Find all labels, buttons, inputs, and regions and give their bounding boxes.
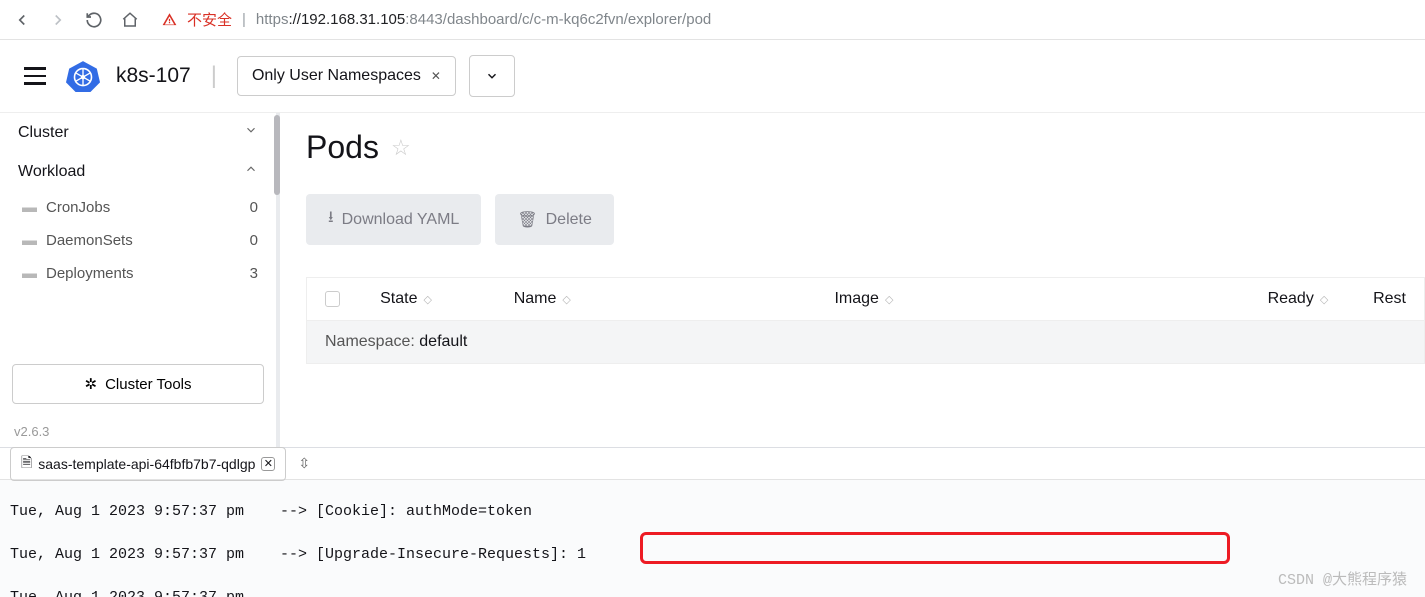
header-divider: | xyxy=(211,62,217,90)
pods-table: State◇ Name◇ Image◇ Ready◇ Rest Namespac… xyxy=(306,277,1425,364)
favorite-star-icon[interactable]: ☆ xyxy=(391,135,411,161)
namespace-filter-label: Only User Namespaces xyxy=(252,67,421,85)
column-state[interactable]: State◇ xyxy=(380,290,474,308)
folder-icon: ▬ xyxy=(22,265,38,282)
select-all-checkbox[interactable] xyxy=(325,291,340,307)
sidebar-scrollbar[interactable] xyxy=(274,115,280,195)
folder-icon: ▬ xyxy=(22,199,38,216)
table-header: State◇ Name◇ Image◇ Ready◇ Rest xyxy=(307,278,1424,320)
page-title: Pods ☆ xyxy=(306,129,1425,166)
namespace-label: Namespace: xyxy=(325,333,415,350)
version-label: v2.6.3 xyxy=(0,416,276,447)
namespace-filter[interactable]: Only User Namespaces ✕ xyxy=(237,56,456,96)
sidebar-item-daemonsets[interactable]: ▬ DaemonSets 0 xyxy=(0,224,276,257)
sort-icon: ◇ xyxy=(1320,293,1328,306)
sidebar-item-count: 3 xyxy=(250,265,258,282)
address-bar[interactable]: 不安全 | https://192.168.31.105:8443/dashbo… xyxy=(162,9,1417,30)
sidebar-group-workload[interactable]: Workload xyxy=(0,152,276,191)
log-panel: 🗎 saas-template-api-64fbfb7b7-qdlgp ✕ ⇳ … xyxy=(0,447,1425,597)
url-divider: | xyxy=(242,11,246,28)
namespace-filter-clear-icon[interactable]: ✕ xyxy=(431,69,441,83)
namespace-value: default xyxy=(419,333,467,350)
cluster-name: k8s-107 xyxy=(116,64,191,88)
watermark: CSDN @大熊程序猿 xyxy=(1278,570,1407,591)
sidebar-item-cronjobs[interactable]: ▬ CronJobs 0 xyxy=(0,191,276,224)
download-icon: ⭳ xyxy=(328,206,334,233)
forward-button[interactable] xyxy=(44,6,72,34)
main-content: Pods ☆ ⭳ Download YAML 🗑 Delete State◇ N… xyxy=(280,113,1425,447)
url-text: https://192.168.31.105:8443/dashboard/c/… xyxy=(256,11,711,28)
sidebar-item-count: 0 xyxy=(250,199,258,216)
sidebar-group-cluster[interactable]: Cluster xyxy=(0,113,276,152)
sidebar-group-label: Workload xyxy=(18,163,85,181)
column-image[interactable]: Image◇ xyxy=(834,290,1227,308)
insecure-label: 不安全 xyxy=(187,9,232,30)
file-icon: 🗎 xyxy=(21,452,32,476)
chevron-down-icon xyxy=(244,123,258,142)
expand-icon[interactable]: ⇳ xyxy=(298,455,310,472)
sidebar-item-count: 0 xyxy=(250,232,258,249)
sidebar-item-label: DaemonSets xyxy=(46,232,133,249)
log-tab[interactable]: 🗎 saas-template-api-64fbfb7b7-qdlgp ✕ xyxy=(10,447,286,481)
sort-icon: ◇ xyxy=(562,293,570,306)
download-yaml-label: Download YAML xyxy=(342,211,460,229)
sort-icon: ◇ xyxy=(885,293,893,306)
highlight-box xyxy=(640,532,1230,564)
download-yaml-button[interactable]: ⭳ Download YAML xyxy=(306,194,481,245)
column-name[interactable]: Name◇ xyxy=(514,290,795,308)
panel-tabs: 🗎 saas-template-api-64fbfb7b7-qdlgp ✕ ⇳ xyxy=(0,448,1425,480)
delete-label: Delete xyxy=(546,211,592,229)
sidebar-item-label: Deployments xyxy=(46,265,134,282)
sort-icon: ◇ xyxy=(423,293,431,306)
kubernetes-logo-icon xyxy=(66,59,100,93)
log-tab-label: saas-template-api-64fbfb7b7-qdlgp xyxy=(38,456,255,472)
folder-icon: ▬ xyxy=(22,232,38,249)
column-restarts[interactable]: Rest xyxy=(1373,290,1406,308)
app-header: k8s-107 | Only User Namespaces ✕ xyxy=(0,40,1425,113)
column-ready[interactable]: Ready◇ xyxy=(1268,290,1334,308)
browser-toolbar: 不安全 | https://192.168.31.105:8443/dashbo… xyxy=(0,0,1425,40)
home-button[interactable] xyxy=(116,6,144,34)
namespace-group-row[interactable]: Namespace: default xyxy=(307,320,1424,363)
trash-icon: 🗑 xyxy=(517,210,537,230)
namespace-dropdown-button[interactable] xyxy=(469,55,515,97)
sidebar-item-deployments[interactable]: ▬ Deployments 3 xyxy=(0,257,276,290)
menu-toggle-button[interactable] xyxy=(20,63,50,89)
log-output[interactable]: Tue, Aug 1 2023 9:57:37 pm--> [Cookie]: … xyxy=(0,480,1425,597)
insecure-icon xyxy=(162,12,177,27)
cluster-tools-label: Cluster Tools xyxy=(105,376,191,393)
delete-button[interactable]: 🗑 Delete xyxy=(495,194,614,245)
close-tab-icon[interactable]: ✕ xyxy=(261,457,275,471)
back-button[interactable] xyxy=(8,6,36,34)
sidebar-item-label: CronJobs xyxy=(46,199,110,216)
gear-icon: ✲ xyxy=(84,375,97,393)
sidebar-group-label: Cluster xyxy=(18,124,69,142)
chevron-up-icon xyxy=(244,162,258,181)
sidebar: Cluster Workload ▬ CronJobs 0 ▬ DaemonSets… xyxy=(0,113,280,447)
reload-button[interactable] xyxy=(80,6,108,34)
cluster-tools-button[interactable]: ✲ Cluster Tools xyxy=(12,364,264,404)
